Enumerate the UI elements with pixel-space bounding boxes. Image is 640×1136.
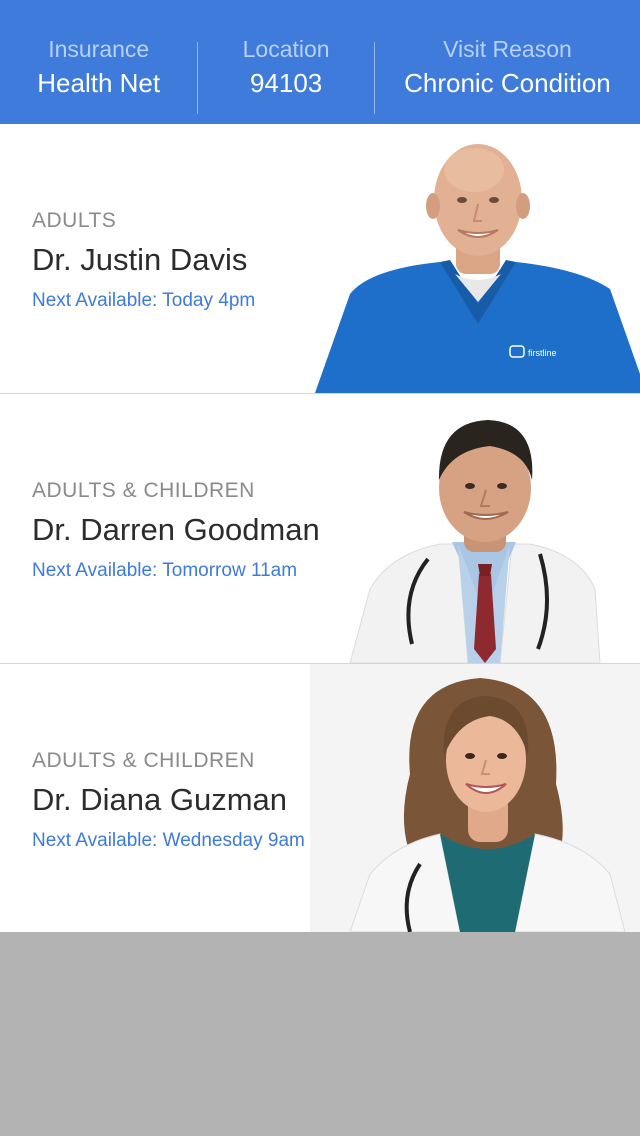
doctor-availability: Next Available: Tomorrow 11am bbox=[32, 560, 298, 581]
scrub-logo: firstline bbox=[528, 348, 557, 358]
insurance-filter[interactable]: Insurance Health Net bbox=[0, 0, 197, 124]
insurance-label: Insurance bbox=[48, 36, 150, 62]
doctor-photo: firstline bbox=[315, 144, 640, 393]
doctor-row[interactable]: ADULTS Dr. Justin Davis Next Available: … bbox=[0, 124, 640, 394]
doctor-photo bbox=[310, 664, 640, 932]
doctor-name: Dr. Darren Goodman bbox=[32, 512, 320, 547]
doctor-photo bbox=[349, 420, 601, 663]
doctor-info: ADULTS & CHILDREN Dr. Diana Guzman Next … bbox=[32, 748, 305, 854]
doctor-list: ADULTS Dr. Justin Davis Next Available: … bbox=[0, 124, 640, 932]
location-value: 94103 bbox=[249, 68, 323, 98]
visit-reason-label: Visit Reason bbox=[443, 36, 572, 62]
visit-reason-value: Chronic Condition bbox=[404, 68, 611, 98]
doctor-specialty: ADULTS & CHILDREN bbox=[32, 479, 255, 502]
insurance-value: Health Net bbox=[37, 68, 161, 98]
doctor-row[interactable]: ADULTS & CHILDREN Dr. Darren Goodman Nex… bbox=[0, 394, 640, 664]
doctor-availability: Next Available: Wednesday 9am bbox=[32, 830, 305, 851]
location-label: Location bbox=[242, 36, 330, 62]
visit-reason-filter[interactable]: Visit Reason Chronic Condition bbox=[375, 0, 640, 124]
doctor-specialty: ADULTS bbox=[32, 209, 117, 232]
doctor-row[interactable]: ADULTS & CHILDREN Dr. Diana Guzman Next … bbox=[0, 664, 640, 932]
filter-bar: Insurance Health Net Location 94103 Visi… bbox=[0, 0, 640, 124]
doctor-info: ADULTS Dr. Justin Davis Next Available: … bbox=[32, 208, 255, 314]
doctor-specialty: ADULTS & CHILDREN bbox=[32, 749, 255, 772]
doctor-name: Dr. Diana Guzman bbox=[32, 782, 287, 817]
doctor-availability: Next Available: Today 4pm bbox=[32, 290, 256, 311]
location-filter[interactable]: Location 94103 bbox=[198, 0, 373, 124]
doctor-info: ADULTS & CHILDREN Dr. Darren Goodman Nex… bbox=[32, 478, 320, 584]
doctor-name: Dr. Justin Davis bbox=[32, 242, 248, 277]
